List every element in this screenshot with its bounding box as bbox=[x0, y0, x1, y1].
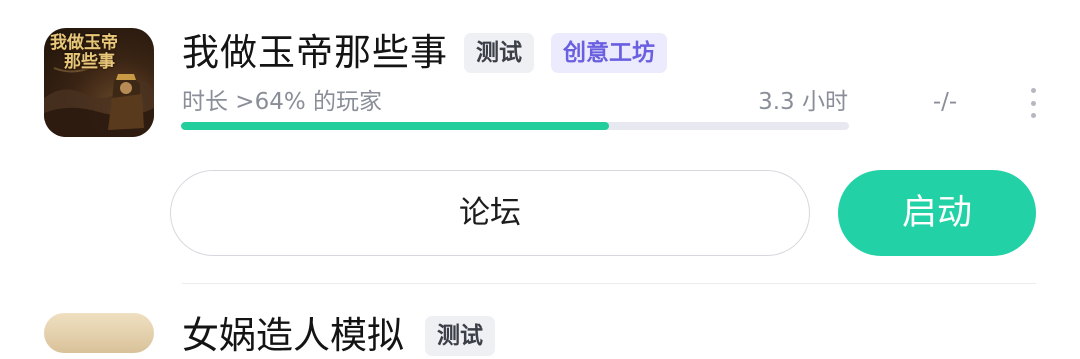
more-options-button[interactable] bbox=[1020, 88, 1046, 118]
list-divider bbox=[182, 283, 1036, 284]
game-card[interactable]: 我做玉帝 那些事 我做玉帝那些事 测试 创意工坊 时长 >64% 的玩家 3.3… bbox=[0, 0, 1080, 328]
playtime-percentile-label: 时长 >64% 的玩家 bbox=[182, 89, 383, 115]
playtime-hours: 3.3 小时 bbox=[758, 89, 848, 115]
game-icon[interactable]: 我做玉帝 那些事 bbox=[44, 28, 154, 137]
game-title[interactable]: 我做玉帝那些事 bbox=[182, 30, 448, 76]
rating-value: -/- bbox=[932, 89, 958, 115]
playtime-progress-bar bbox=[181, 122, 849, 130]
more-vertical-icon-dot bbox=[1030, 100, 1036, 106]
more-vertical-icon bbox=[1030, 88, 1036, 93]
game-icon-title: 我做玉帝 那些事 bbox=[50, 34, 148, 72]
game-icon-title-line1: 我做玉帝 bbox=[50, 33, 118, 53]
more-vertical-icon-dot bbox=[1030, 113, 1036, 118]
tag-test: 测试 bbox=[464, 33, 534, 73]
next-game-icon[interactable] bbox=[44, 313, 154, 353]
next-game-tag-test: 测试 bbox=[425, 316, 495, 356]
tag-creative-workshop[interactable]: 创意工坊 bbox=[551, 33, 667, 73]
launch-button[interactable]: 启动 bbox=[838, 170, 1036, 256]
next-game-title[interactable]: 女娲造人模拟 bbox=[182, 313, 404, 359]
forum-button[interactable]: 论坛 bbox=[170, 170, 810, 256]
game-icon-title-line2: 那些事 bbox=[64, 52, 115, 72]
playtime-progress-fill bbox=[181, 122, 609, 130]
